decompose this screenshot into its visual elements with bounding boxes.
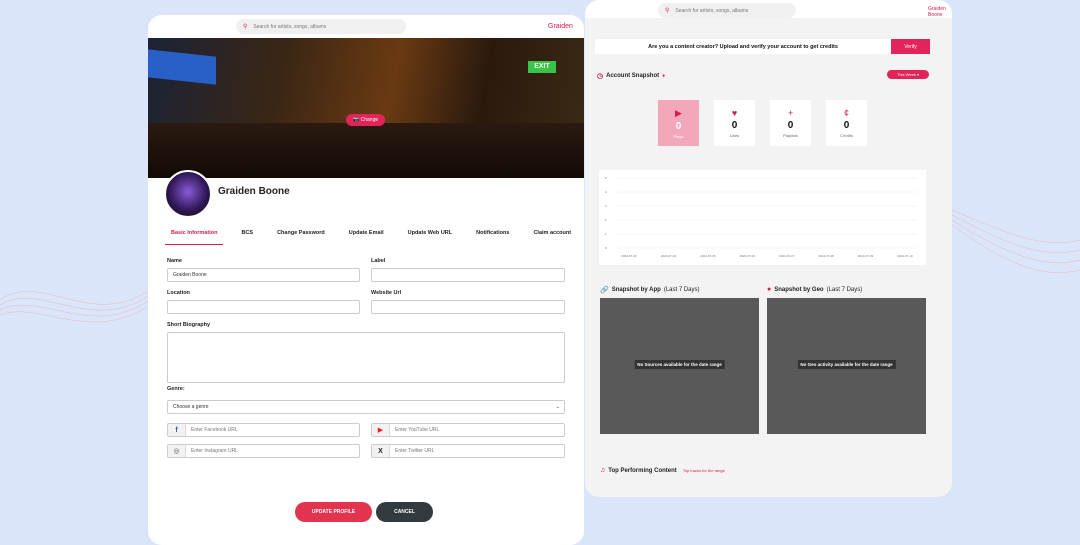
top-content-title: ♫ Top Performing Content Top tracks for th…: [600, 467, 725, 474]
profile-name: Graiden Boone: [218, 186, 290, 197]
stat-label: Plays: [673, 133, 684, 139]
instagram-input[interactable]: ◎ Enter Instagram URL: [167, 444, 360, 458]
location-label: Location: [167, 290, 190, 296]
search-bar[interactable]: ⚲ Search for artists, songs, albums: [658, 3, 796, 18]
stat-value: 0: [731, 120, 738, 131]
account-snapshot-title: ◷ Account Snapshot ●: [597, 73, 666, 80]
instagram-icon: ◎: [168, 445, 186, 457]
stat-card-playlists[interactable]: +0 Playlists: [770, 100, 811, 146]
snapshot-geo-title: ● Snapshot by Geo (Last 7 Days): [767, 286, 863, 293]
tab-update-email[interactable]: Update Email: [343, 228, 390, 245]
geo-empty-message: No Geo activity available for the date r…: [797, 360, 896, 369]
geo-snapshot-panel: No Geo activity available for the date r…: [767, 298, 926, 434]
twitter-input[interactable]: X Enter Twitter URL: [371, 444, 565, 458]
x-tick-label: 2024-07-08: [818, 254, 834, 258]
y-tick-label: 2: [605, 218, 607, 222]
user-menu-link[interactable]: Graiden Boone: [928, 6, 952, 18]
plus-icon: +: [787, 108, 794, 118]
label-label: Label: [371, 258, 386, 264]
stat-card-likes[interactable]: ♥ 0 Likes: [714, 100, 755, 146]
profile-tabs: Basic Information BCS Change Password Up…: [165, 228, 577, 245]
creator-prompt: Are you a content creator? Upload and ve…: [595, 39, 891, 54]
stat-card-credits[interactable]: ¢ 0 Credits: [826, 100, 867, 146]
website-input[interactable]: [371, 300, 565, 314]
play-icon: ▶: [675, 107, 682, 118]
stat-label: Likes: [729, 133, 740, 138]
search-icon: ⚲: [665, 8, 670, 14]
info-icon[interactable]: ●: [662, 73, 665, 79]
bio-textarea[interactable]: [167, 332, 565, 383]
location-input[interactable]: [167, 300, 360, 314]
link-icon: 🔗: [600, 287, 609, 294]
label-input[interactable]: [371, 268, 565, 282]
user-menu-link[interactable]: Graiden: [548, 23, 573, 30]
cent-icon: ¢: [843, 108, 849, 118]
y-tick-label: 0: [605, 246, 607, 250]
youtube-input[interactable]: ▶ Enter YouTube URL: [371, 423, 565, 437]
app-empty-message: No Sources available for the date range: [634, 360, 725, 369]
range-dropdown[interactable]: This Week ▾: [887, 70, 929, 79]
cover-image: EXIT 📷 Change: [148, 38, 584, 178]
app-snapshot-panel: No Sources available for the date range: [600, 298, 759, 434]
activity-chart: 0 1 2 3 4 5 2024-07-03 2024-07-04 2024-07-05 2024…: [599, 170, 926, 265]
heart-icon: ♥: [731, 108, 738, 118]
y-tick-label: 4: [605, 190, 607, 194]
search-icon: ⚲: [243, 24, 248, 30]
update-profile-button[interactable]: UPDATE PROFILE: [295, 502, 372, 522]
snapshot-app-title: 🔗 Snapshot by App (Last 7 Days): [600, 287, 700, 294]
genre-label: Genre:: [167, 386, 185, 392]
avatar[interactable]: [164, 170, 212, 218]
x-tick-label: 2024-07-06: [740, 254, 756, 258]
stat-value: 0: [675, 120, 682, 132]
tab-notifications[interactable]: Notifications: [470, 228, 515, 245]
tab-update-web-url[interactable]: Update Web URL: [402, 228, 459, 245]
stat-value: 0: [843, 120, 850, 131]
y-tick-label: 1: [605, 232, 607, 236]
tab-change-password[interactable]: Change Password: [271, 228, 331, 245]
facebook-icon: f: [168, 424, 186, 436]
bio-label: Short Biography: [167, 322, 211, 328]
tab-bcs[interactable]: BCS: [235, 228, 259, 245]
cancel-button[interactable]: CANCEL: [376, 502, 433, 522]
y-tick-label: 3: [605, 204, 607, 208]
x-tick-label: 2024-07-10: [897, 254, 913, 258]
music-note-icon: ♫: [600, 467, 606, 474]
clock-icon: ◷: [597, 73, 604, 80]
stat-value: 0: [787, 120, 794, 131]
map-pin-icon: ●: [767, 286, 772, 293]
youtube-icon: ▶: [372, 424, 390, 436]
search-bar[interactable]: ⚲ Search for artists, songs, albums: [236, 19, 406, 34]
y-tick-label: 5: [605, 176, 607, 180]
stat-card-plays[interactable]: ▶ 0 Plays: [658, 100, 699, 146]
facebook-input[interactable]: f Enter Facebook URL: [167, 423, 360, 437]
x-tick-label: 2024-07-04: [661, 254, 677, 258]
chevron-down-icon: ⌄: [555, 404, 560, 410]
x-tick-label: 2024-07-09: [858, 254, 874, 258]
stat-label: Playlists: [783, 133, 798, 138]
tab-basic-information[interactable]: Basic Information: [165, 228, 224, 245]
name-label: Name: [167, 258, 182, 264]
tab-claim-account[interactable]: Claim account: [527, 228, 577, 245]
name-input[interactable]: Graiden Boone: [167, 268, 360, 282]
verify-button[interactable]: Verify: [891, 39, 930, 54]
x-tick-label: 2024-07-03: [621, 254, 637, 258]
x-icon: X: [372, 445, 390, 457]
website-label: Website Url: [371, 290, 402, 296]
x-tick-label: 2024-07-07: [779, 254, 795, 258]
profile-window: ⚲ Search for artists, songs, albums Graid…: [148, 15, 584, 545]
change-cover-button[interactable]: 📷 Change: [346, 114, 386, 126]
genre-select[interactable]: Choose a genre ⌄: [167, 400, 565, 414]
dashboard-window: ⚲ Search for artists, songs, albums Graid…: [585, 0, 952, 497]
stat-label: Credits: [840, 133, 853, 138]
x-tick-label: 2024-07-05: [700, 254, 716, 258]
